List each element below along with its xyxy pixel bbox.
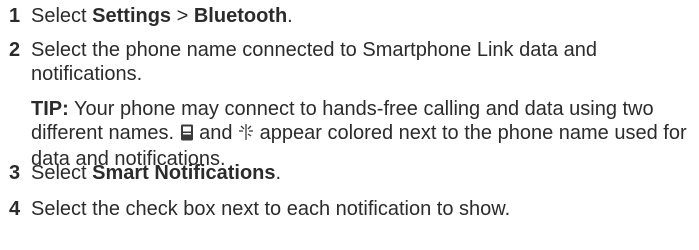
step-text-part: Select — [31, 5, 93, 27]
step-3: 3 Select Smart Notifications. — [9, 161, 693, 185]
tip-text: and — [193, 122, 239, 144]
bluetooth-term: Bluetooth — [193, 5, 288, 27]
step-2: 2 Select the phone name connected to Sma… — [9, 38, 693, 86]
step-text: Select Smart Notifications. — [31, 161, 693, 185]
step-text: Select the check box next to each notifi… — [31, 198, 511, 220]
step-text-part: . — [287, 5, 293, 27]
step-text-part: . — [275, 162, 282, 184]
step-number: 3 — [9, 162, 21, 184]
phone-data-icon — [180, 123, 194, 147]
step-number: 2 — [9, 39, 21, 61]
notification-icon — [238, 123, 254, 147]
step-text: Select the phone name connected to Smart… — [31, 39, 597, 85]
step-number: 1 — [9, 5, 21, 27]
settings-term: Settings — [92, 5, 172, 27]
step-number: 4 — [9, 198, 21, 220]
step-text-part: Select — [31, 162, 93, 184]
smart-notifications-term: Smart Notifications — [92, 162, 276, 184]
tip-label: TIP: — [31, 98, 69, 120]
tip-paragraph: TIP: Your phone may connect to hands-fre… — [31, 97, 693, 171]
separator: > — [171, 5, 194, 27]
step-text: Select Settings > Bluetooth. — [31, 4, 693, 28]
step-4: 4 Select the check box next to each noti… — [9, 197, 693, 221]
step-1: 1 Select Settings > Bluetooth. — [9, 4, 693, 28]
